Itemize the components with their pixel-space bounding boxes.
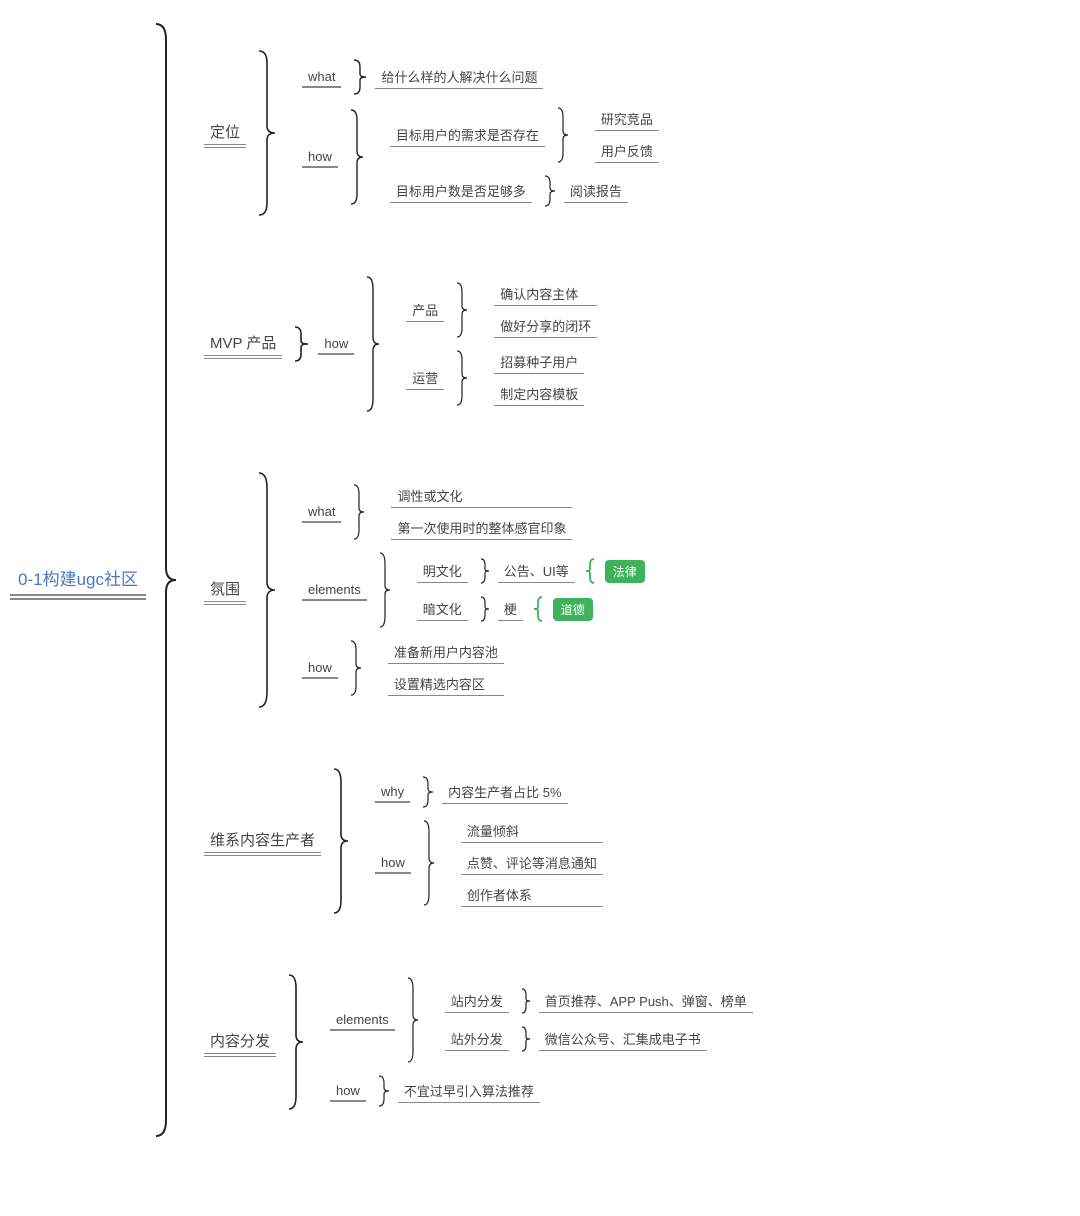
level1-children: 定位 what 给什么样的人解决什么问题 how 目标用户的需求是否存在 [186, 48, 757, 1112]
branch-mvp: MVP 产品 how 产品 确认内容主体 做好分享的闭环 运营 [204, 274, 757, 414]
tag-moral: 道德 [553, 598, 593, 621]
node-how: how [302, 147, 338, 168]
root-node: 0-1构建ugc社区 [10, 561, 146, 600]
node-what: what [302, 67, 341, 88]
brace-root [152, 20, 180, 1140]
tag-law: 法律 [605, 560, 645, 583]
branch-distribution: 内容分发 elements 站内分发 首页推荐、APP Push、弹窗、榜单 站… [204, 972, 757, 1112]
right-brace-icon [531, 594, 545, 624]
branch-atmosphere: 氛围 what 调性或文化 第一次使用时的整体感官印象 elements [204, 470, 757, 710]
leaf: 给什么样的人解决什么问题 [375, 65, 543, 89]
node-positioning: 定位 [204, 119, 246, 148]
node-mvp: MVP 产品 [204, 330, 282, 359]
mindmap: 0-1构建ugc社区 定位 what 给什么样的人解决什么问题 how [10, 20, 1070, 1140]
branch-positioning: 定位 what 给什么样的人解决什么问题 how 目标用户的需求是否存在 [204, 48, 757, 218]
right-brace-icon [583, 556, 597, 586]
branch-producers: 维系内容生产者 why 内容生产者占比 5% how 流量倾斜 点赞、评论等消息… [204, 766, 757, 916]
